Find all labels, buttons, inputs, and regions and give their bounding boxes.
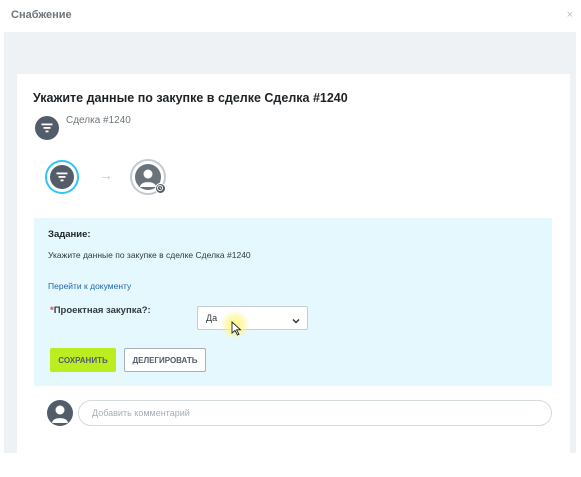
clock-icon	[155, 183, 166, 194]
arrow-right-icon: →	[99, 167, 113, 183]
comment-placeholder: Добавить комментарий	[92, 408, 190, 418]
task-label: Задание:	[48, 229, 91, 240]
filter-icon	[35, 116, 59, 140]
project-purchase-select[interactable]: Да	[197, 306, 308, 330]
window-title: Снабжение	[11, 9, 72, 21]
mouse-pointer-icon	[231, 321, 242, 336]
modal-backdrop: Укажите данные по закупке в сделке Сделк…	[4, 32, 576, 477]
page-title: Укажите данные по закупке в сделке Сделк…	[33, 91, 348, 105]
delegate-button[interactable]: ДЕЛЕГИРОВАТЬ	[124, 348, 206, 372]
deal-name: Сделка #1240	[66, 115, 131, 126]
avatar	[47, 400, 73, 426]
user-icon	[52, 405, 68, 423]
save-button[interactable]: СОХРАНИТЬ	[50, 348, 116, 372]
select-value: Да	[206, 313, 218, 323]
go-to-document-link[interactable]: Перейти к документу	[48, 281, 131, 291]
task-box: Задание: Укажите данные по закупке в сде…	[34, 218, 552, 386]
task-description: Укажите данные по закупке в сделке Сделк…	[48, 250, 251, 260]
field-label: *Проектная закупка?:	[50, 305, 151, 316]
task-panel: Укажите данные по закупке в сделке Сделк…	[17, 74, 570, 477]
close-icon[interactable]: ×	[567, 9, 573, 21]
window-header: Снабжение ×	[0, 0, 581, 32]
workflow-step-current	[45, 160, 79, 194]
chevron-down-icon	[291, 313, 301, 331]
comment-input[interactable]: Добавить комментарий	[78, 400, 552, 426]
filter-icon	[50, 165, 74, 189]
field-label-text: Проектная закупка?:	[53, 305, 151, 316]
